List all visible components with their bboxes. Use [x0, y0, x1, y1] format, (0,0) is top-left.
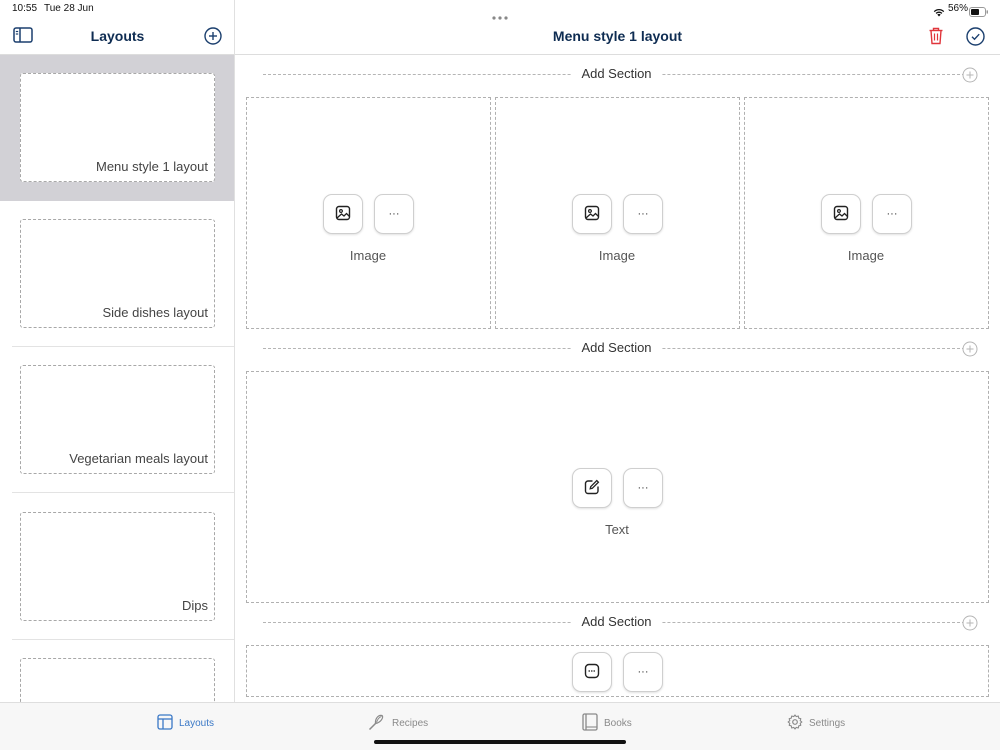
sidebar: Layouts Menu style 1 layout Side dishes …	[0, 0, 235, 702]
layout-item-untitled[interactable]	[0, 640, 234, 702]
more-options-button[interactable]: ···	[623, 468, 663, 508]
navbar-divider	[235, 54, 1000, 55]
add-section-row[interactable]: Add Section	[263, 612, 978, 632]
book-icon	[582, 712, 598, 734]
add-section-plus-icon[interactable]	[962, 67, 978, 88]
trash-icon[interactable]	[928, 27, 944, 50]
more-options-button[interactable]: ···	[623, 194, 663, 234]
multitasking-dots-icon[interactable]	[492, 7, 508, 20]
layout-thumbnail: Vegetarian meals layout	[20, 365, 215, 474]
list-divider	[12, 492, 234, 493]
block-type-label: Text	[605, 522, 629, 537]
page-title: Menu style 1 layout	[552, 28, 683, 44]
tab-settings[interactable]: Settings	[787, 711, 845, 735]
image-picker-button[interactable]	[821, 194, 861, 234]
done-checkmark-icon[interactable]	[966, 27, 985, 51]
layout-thumbnail: Dips	[20, 512, 215, 621]
block-type-label: Image	[598, 248, 636, 263]
add-section-plus-icon[interactable]	[962, 341, 978, 362]
image-picker-button[interactable]	[572, 194, 612, 234]
image-picker-button[interactable]	[323, 194, 363, 234]
image-icon	[584, 205, 600, 224]
layout-item-label: Menu style 1 layout	[95, 159, 208, 174]
add-section-label: Add Section	[571, 340, 662, 355]
edit-pencil-icon	[584, 479, 600, 498]
layout-item-vegetarian[interactable]: Vegetarian meals layout	[0, 347, 234, 493]
tab-label: Books	[604, 717, 632, 729]
home-indicator[interactable]	[374, 740, 626, 744]
layouts-icon	[157, 713, 173, 733]
layout-thumbnail: Side dishes layout	[20, 219, 215, 328]
layout-item-label: Side dishes layout	[102, 305, 208, 320]
add-section-row[interactable]: Add Section	[263, 64, 978, 84]
tab-label: Recipes	[392, 717, 429, 729]
text-block[interactable]: ··· Text	[246, 371, 989, 603]
edit-text-button[interactable]	[572, 468, 612, 508]
sidebar-title: Layouts	[90, 28, 145, 44]
tab-label: Settings	[809, 717, 846, 729]
separator-icon	[584, 663, 600, 682]
separator-block[interactable]: ···	[246, 645, 989, 697]
gear-icon	[787, 713, 803, 733]
layout-thumbnail	[20, 658, 215, 702]
add-layout-button[interactable]	[204, 27, 222, 50]
add-section-row[interactable]: Add Section	[263, 338, 978, 358]
whisk-icon	[368, 713, 386, 734]
layout-item-label: Dips	[181, 598, 208, 613]
block-type-label: Image	[349, 248, 387, 263]
battery-percent: 56%	[948, 3, 969, 14]
wifi-icon	[933, 4, 945, 22]
more-options-button[interactable]: ···	[623, 652, 663, 692]
add-section-label: Add Section	[571, 66, 662, 81]
layout-item-dips[interactable]: Dips	[0, 494, 234, 640]
image-block[interactable]: ··· Image	[495, 97, 740, 329]
layout-thumbnail: Menu style 1 layout	[20, 73, 215, 182]
more-options-button[interactable]: ···	[374, 194, 414, 234]
add-section-plus-icon[interactable]	[962, 615, 978, 636]
add-section-label: Add Section	[571, 614, 662, 629]
image-block[interactable]: ··· Image	[744, 97, 989, 329]
image-block[interactable]: ··· Image	[246, 97, 491, 329]
image-icon	[833, 205, 849, 224]
layout-item-label: Vegetarian meals layout	[69, 451, 208, 466]
block-type-label: Image	[847, 248, 885, 263]
tab-label: Layouts	[179, 717, 215, 729]
tab-books[interactable]: Books	[582, 711, 632, 735]
battery-icon	[969, 4, 989, 22]
layout-item-side-dishes[interactable]: Side dishes layout	[0, 201, 234, 347]
tab-layouts[interactable]: Layouts	[157, 711, 214, 735]
more-options-button[interactable]: ···	[872, 194, 912, 234]
tab-recipes[interactable]: Recipes	[368, 711, 428, 735]
image-icon	[335, 205, 351, 224]
layout-item-menu-style-1[interactable]: Menu style 1 layout	[0, 55, 234, 201]
separator-style-button[interactable]	[572, 652, 612, 692]
